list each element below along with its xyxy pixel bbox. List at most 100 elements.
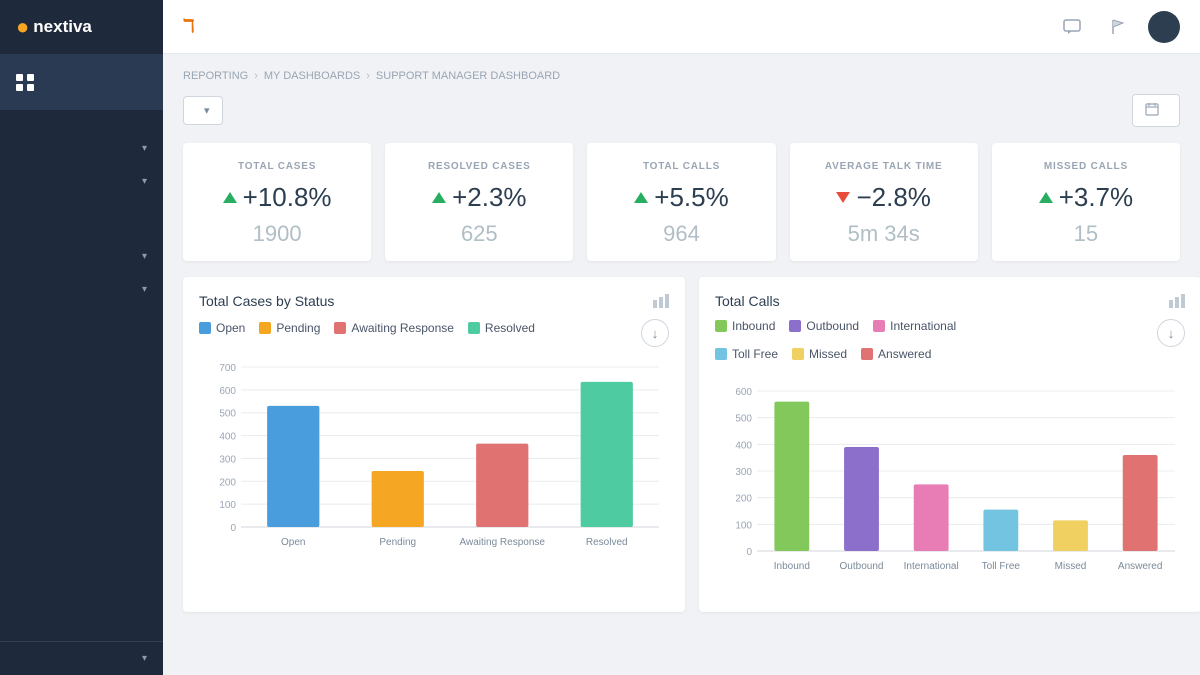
bar-3 [581,382,633,527]
arrow-up-icon [223,192,237,203]
legend-item: Missed [792,347,847,361]
kpi-card-1: RESOLVED CASES +2.3% 625 [385,143,573,261]
kpi-label: TOTAL CASES [199,161,355,172]
avatar[interactable] [1148,11,1180,43]
kpi-value: 5m 34s [806,221,962,247]
svg-text:300: 300 [219,454,236,465]
kpi-card-3: AVERAGE TALK TIME −2.8% 5m 34s [790,143,978,261]
legend-item: Toll Free [715,347,778,361]
svg-text:Inbound: Inbound [774,561,810,572]
bar-0 [267,406,319,527]
legend-dot [259,322,271,334]
chart-title-right: Total Calls [715,293,780,309]
sidebar-item-surveys[interactable] [0,328,163,350]
sidebar-item-settings[interactable]: ▾ [0,642,163,675]
arrow-up-icon [1039,192,1053,203]
chevron-icon: ▾ [142,176,147,187]
bar-chart-icon-right [1169,294,1185,308]
svg-text:0: 0 [230,523,236,534]
svg-text:Outbound: Outbound [840,561,884,572]
sidebar-item-service-crm[interactable]: ▾ [0,240,163,273]
topbar-icons [1056,11,1180,43]
date-range-picker[interactable] [1132,94,1180,127]
logo: ● nextiva [0,0,163,54]
bar-1 [372,471,424,527]
chart-legend-left: OpenPendingAwaiting ResponseResolved [199,321,535,335]
kpi-card-4: MISSED CALLS +3.7% 15 [992,143,1180,261]
kpi-card-0: TOTAL CASES +10.8% 1900 [183,143,371,261]
kpi-value: 1900 [199,221,355,247]
dashboard-select[interactable]: ▾ [183,96,223,125]
sidebar-item-voice[interactable]: ▾ [0,273,163,306]
svg-text:Awaiting Response: Awaiting Response [460,537,546,548]
bar-2 [476,444,528,527]
arrow-up-icon [634,192,648,203]
svg-text:600: 600 [735,387,752,398]
kpi-value: 15 [1008,221,1164,247]
svg-text:International: International [904,561,959,572]
breadcrumb: REPORTING › MY DASHBOARDS › SUPPORT MANA… [183,70,1180,82]
main-content: ℸ REPORTING › MY DASHBOARDS › SUPPORT MA… [163,0,1200,675]
analytics-icon: ℸ [183,16,195,37]
legend-item: Resolved [468,321,535,335]
sidebar: ● nextiva ▾ ▾ ▾ ▾ [0,0,163,675]
sidebar-item-keyword-analysis[interactable] [0,198,163,220]
legend-item: Awaiting Response [334,321,454,335]
chat-icon[interactable] [1056,11,1088,43]
breadcrumb-reporting: REPORTING [183,70,248,82]
legend-dot [334,322,346,334]
bar-5 [1123,455,1158,551]
kpi-label: MISSED CALLS [1008,161,1164,172]
svg-text:0: 0 [746,547,752,558]
calendar-icon [1145,102,1159,119]
svg-text:200: 200 [219,477,236,488]
kpi-pct: +5.5% [654,182,728,213]
svg-text:Toll Free: Toll Free [982,561,1021,572]
legend-dot [199,322,211,334]
chevron-icon: ▾ [142,653,147,664]
kpi-value: 964 [603,221,759,247]
legend-dot [792,348,804,360]
kpi-row: TOTAL CASES +10.8% 1900 RESOLVED CASES +… [183,143,1180,261]
chart-header-left: Total Cases by Status [199,293,669,309]
bar-chart-left: 0100200300400500600700OpenPendingAwaitin… [199,357,669,572]
download-button-left[interactable]: ↓ [641,319,669,347]
chart-legend-right: InboundOutboundInternationalToll FreeMis… [715,319,1015,361]
apps-bar[interactable] [0,54,163,110]
legend-item: Pending [259,321,320,335]
breadcrumb-my-dashboards: MY DASHBOARDS [264,70,360,82]
svg-text:Resolved: Resolved [586,537,628,548]
svg-text:300: 300 [735,467,752,478]
content-area: REPORTING › MY DASHBOARDS › SUPPORT MANA… [163,54,1200,675]
kpi-pct: +10.8% [243,182,332,213]
sidebar-item-reporting[interactable]: ▾ [0,165,163,198]
sidebar-bottom: ▾ [0,641,163,675]
logo-icon: ● [16,14,29,40]
arrow-up-icon [432,192,446,203]
bar-chart-svg: 0100200300400500600InboundOutboundIntern… [715,381,1185,591]
bar-4 [1053,520,1088,551]
svg-text:200: 200 [735,494,752,505]
controls-row: ▾ [183,94,1180,127]
sidebar-item-chat[interactable] [0,306,163,328]
sidebar-item-user-activity[interactable]: ▾ [0,132,163,165]
svg-text:500: 500 [219,409,236,420]
svg-text:Pending: Pending [379,537,416,548]
topbar: ℸ [163,0,1200,54]
legend-dot [715,348,727,360]
grid-icon [16,74,34,91]
bar-1 [844,447,879,551]
chevron-icon: ▾ [142,143,147,154]
download-button-right[interactable]: ↓ [1157,319,1185,347]
bar-chart-svg: 0100200300400500600700OpenPendingAwaitin… [199,357,669,567]
kpi-pct: −2.8% [856,182,930,213]
chevron-icon: ▾ [142,284,147,295]
kpi-label: TOTAL CALLS [603,161,759,172]
sidebar-item-my-dashboards[interactable] [0,110,163,132]
legend-dot [873,320,885,332]
flag-icon[interactable] [1102,11,1134,43]
chart-total-cases: Total Cases by Status OpenPendingAwaitin… [183,277,685,612]
chart-title-left: Total Cases by Status [199,293,334,309]
sidebar-item-marketing[interactable] [0,350,163,372]
legend-dot [468,322,480,334]
